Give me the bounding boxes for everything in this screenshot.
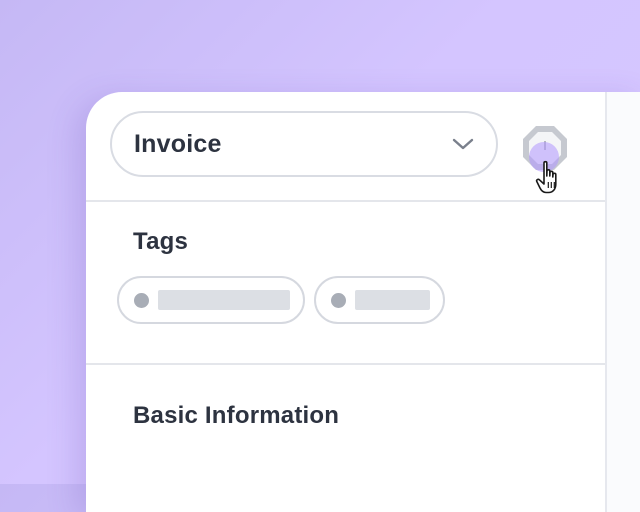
dot-icon: [331, 292, 346, 308]
side-pane: [607, 92, 640, 512]
document-type-select[interactable]: Invoice: [110, 111, 498, 177]
tag-label-placeholder: [355, 290, 430, 310]
document-type-value: Invoice: [134, 129, 222, 158]
hand-pointer-cursor-icon: [535, 160, 567, 198]
tag-chip[interactable]: [314, 276, 445, 324]
section-divider: [86, 200, 605, 202]
basic-information-section-title: Basic Information: [133, 402, 340, 429]
chevron-down-icon: [450, 131, 476, 157]
tag-chip[interactable]: [117, 276, 305, 324]
tag-label-placeholder: [158, 290, 290, 310]
document-panel: Invoice Tags Basic Information: [86, 92, 640, 512]
tags-section-title: Tags: [133, 228, 189, 255]
section-divider: [86, 363, 605, 365]
pane-divider: [605, 92, 607, 512]
dot-icon: [134, 292, 149, 308]
